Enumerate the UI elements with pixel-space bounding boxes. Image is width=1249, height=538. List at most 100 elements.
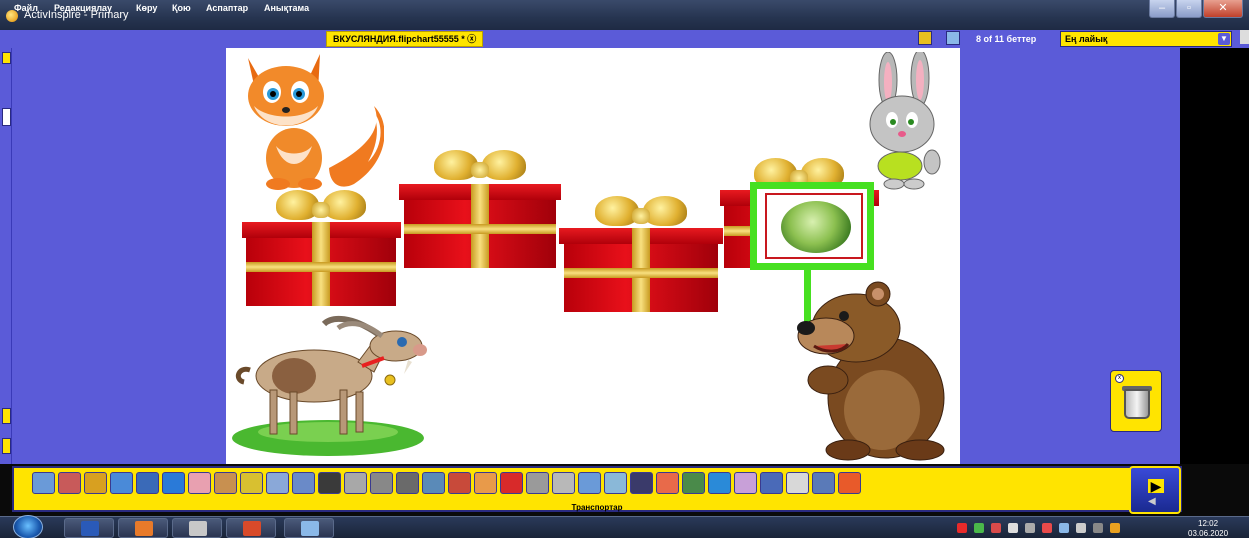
select-icon[interactable]	[292, 472, 315, 494]
gift-box[interactable]	[559, 194, 723, 312]
menu-insert[interactable]: Қою	[172, 3, 191, 13]
chevron-down-icon[interactable]: ▼	[1218, 33, 1230, 45]
browser-toggle-2[interactable]	[2, 438, 11, 454]
flipchart-page[interactable]	[226, 48, 960, 464]
page-counter: 8 of 11 беттер	[976, 34, 1037, 44]
tools-icon[interactable]	[58, 472, 81, 494]
cabbage-image	[781, 201, 851, 253]
compass-icon[interactable]	[448, 472, 471, 494]
document-tab[interactable]: ВКУСЛЯНДИЯ.flipchart55555 * ⓧ	[326, 31, 484, 47]
task-explorer[interactable]	[172, 518, 222, 538]
clock-icon[interactable]	[110, 472, 133, 494]
task-media[interactable]	[118, 518, 168, 538]
keyboard-icon[interactable]	[760, 472, 783, 494]
text-icon[interactable]	[266, 472, 289, 494]
play-icon[interactable]: ▶	[1148, 479, 1164, 493]
zoom-select[interactable]: Ең лайық ▼	[1060, 31, 1232, 47]
gift-box[interactable]	[241, 188, 401, 306]
activinspire-icon	[301, 521, 319, 536]
maximize-button[interactable]: ▫	[1176, 0, 1202, 18]
activinspire-window: ActivInspire - Primary – ▫ ✕ Файл Редакц…	[0, 0, 1249, 538]
grid-icon[interactable]	[604, 472, 627, 494]
word-icon	[81, 521, 99, 536]
printer-icon[interactable]	[838, 472, 861, 494]
menu-tools[interactable]: Аспаптар	[206, 3, 248, 13]
protractor-icon[interactable]	[422, 472, 445, 494]
task-activinspire[interactable]	[284, 518, 334, 538]
menu-edit[interactable]: Редакциялау	[54, 3, 112, 13]
explorer-icon	[189, 521, 207, 536]
browser-handle[interactable]	[2, 108, 11, 126]
magic-pen-icon[interactable]	[84, 472, 107, 494]
fill-icon[interactable]	[214, 472, 237, 494]
right-margin	[1180, 48, 1249, 464]
alert-icon[interactable]	[957, 523, 967, 533]
network-icon[interactable]	[974, 523, 984, 533]
pen-icon[interactable]	[136, 472, 159, 494]
clock-date: 03.06.2020	[1188, 529, 1229, 538]
goat-image[interactable]	[232, 310, 428, 458]
clock-time: 12:02	[1198, 519, 1219, 528]
connector-icon[interactable]	[240, 472, 263, 494]
spellcheck-icon[interactable]	[734, 472, 757, 494]
pin-icon[interactable]: x	[1115, 374, 1124, 383]
zoom-value: Ең лайық	[1065, 34, 1108, 44]
trash-can[interactable]: x	[1110, 370, 1162, 432]
dice-icon[interactable]	[500, 472, 523, 494]
browser-toggle[interactable]	[2, 408, 11, 424]
table-icon[interactable]	[630, 472, 653, 494]
security-icon[interactable]	[1042, 523, 1052, 533]
pin-icon[interactable]	[2, 52, 11, 64]
page-sorter-icon[interactable]	[946, 31, 960, 45]
handwriting-icon[interactable]	[682, 472, 705, 494]
camera-icon[interactable]	[318, 472, 341, 494]
fox-image[interactable]	[234, 50, 384, 192]
ruler-icon[interactable]	[552, 472, 575, 494]
window-controls: – ▫ ✕	[1149, 0, 1243, 20]
toolbox-end[interactable]: ▶ ◀	[1129, 466, 1181, 514]
antivirus-icon[interactable]	[991, 523, 1001, 533]
spotlight-icon[interactable]	[344, 472, 367, 494]
cabbage-selection[interactable]	[750, 182, 874, 270]
menu-help[interactable]: Анықтама	[264, 3, 309, 13]
keyboard-layout-icon[interactable]	[1093, 523, 1103, 533]
app-icon	[243, 521, 261, 536]
toolbox-label: Транспортар	[571, 503, 623, 512]
media-player-icon	[135, 521, 153, 536]
bear-image[interactable]	[786, 280, 956, 462]
eraser-icon[interactable]	[188, 472, 211, 494]
clock[interactable]: 12:02 03.06.2020	[1188, 519, 1228, 538]
taskbar: 12:02 03.06.2020	[0, 515, 1249, 538]
minimize-button[interactable]: –	[1149, 0, 1175, 18]
cabbage-card	[765, 193, 863, 259]
pointer-icon[interactable]	[578, 472, 601, 494]
task-word[interactable]	[64, 518, 114, 538]
highlighter-icon[interactable]	[162, 472, 185, 494]
right-panel-tab[interactable]	[1240, 30, 1249, 44]
task-app[interactable]	[226, 518, 276, 538]
calculator-icon[interactable]	[526, 472, 549, 494]
shape-icon[interactable]	[474, 472, 497, 494]
monitor-icon[interactable]	[1076, 523, 1086, 533]
close-button[interactable]: ✕	[1203, 0, 1243, 18]
users-icon[interactable]	[812, 472, 835, 494]
system-tray	[957, 523, 1120, 533]
page-browser-icon[interactable]	[918, 31, 932, 45]
flag-icon[interactable]	[1059, 523, 1069, 533]
start-button[interactable]	[13, 515, 43, 538]
line-icon[interactable]	[396, 472, 419, 494]
main-toolbox: Транспортар ▶ ◀	[0, 464, 1249, 516]
menu-file[interactable]: Файл	[14, 3, 38, 13]
gift-box[interactable]	[399, 146, 561, 268]
volume-icon[interactable]	[1008, 523, 1018, 533]
power-icon[interactable]	[1110, 523, 1120, 533]
menu-view[interactable]: Көру	[136, 3, 157, 13]
timer-icon[interactable]	[656, 472, 679, 494]
toolbox-icons	[32, 472, 861, 494]
main-menu-icon[interactable]	[32, 472, 55, 494]
notes-icon[interactable]	[786, 472, 809, 494]
back-icon[interactable]: ◀	[1148, 496, 1156, 507]
globe-icon[interactable]	[708, 472, 731, 494]
screenshot-icon[interactable]	[370, 472, 393, 494]
display-icon[interactable]	[1025, 523, 1035, 533]
